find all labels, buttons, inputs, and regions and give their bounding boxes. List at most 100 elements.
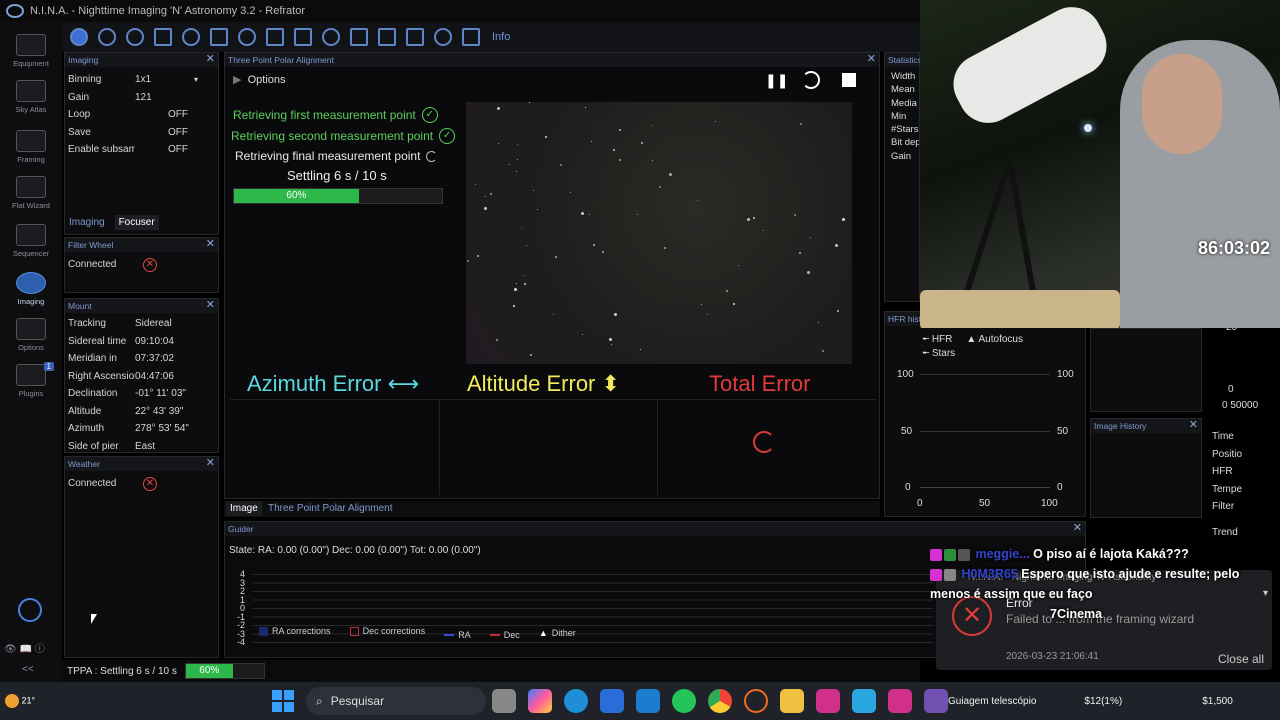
app-icon[interactable] <box>888 689 912 713</box>
panel-title: Filter Wheel <box>65 238 218 252</box>
tab-tppa[interactable]: Three Point Polar Alignment <box>264 501 397 516</box>
close-icon[interactable]: ✕ <box>206 238 215 251</box>
telescope-shape <box>942 0 1118 134</box>
weather-widget[interactable]: 21° <box>0 694 40 708</box>
sliders-tool-icon[interactable] <box>294 28 312 46</box>
row-value: Sidereal <box>135 318 172 330</box>
save-toggle[interactable]: OFF <box>135 127 218 138</box>
row-key: Meridian in <box>68 353 117 365</box>
star <box>530 354 532 356</box>
telescope-tool-icon[interactable] <box>210 28 228 46</box>
y-tick: -4 <box>236 637 245 647</box>
focuser-tool-icon[interactable] <box>126 28 144 46</box>
target-tool-icon[interactable] <box>238 28 256 46</box>
y-tick-right: 50 <box>1057 426 1069 437</box>
power-icon[interactable] <box>18 598 42 622</box>
nav-plugins[interactable]: Plugins 1 <box>0 362 62 398</box>
close-icon[interactable]: ✕ <box>206 457 215 470</box>
star <box>807 271 810 274</box>
nav-equipment[interactable]: Equipment <box>0 34 62 68</box>
stat-label: #Stars <box>891 124 919 136</box>
star <box>585 107 586 108</box>
app-icon[interactable] <box>852 689 876 713</box>
binning-select[interactable]: 1x1 <box>135 74 194 85</box>
row-key: Enable subsam <box>68 144 135 156</box>
close-icon[interactable]: ✕ <box>206 299 215 312</box>
bar-chart-tool-icon[interactable] <box>378 28 396 46</box>
toast-timestamp: 2026-03-23 21:06:41 <box>1006 651 1099 662</box>
imaging-panel: Imaging ✕ Binning 1x1 ▾ Gain 121 Loop OFF Sa… <box>64 52 219 235</box>
app-icon[interactable] <box>816 689 840 713</box>
wave-tool-icon[interactable] <box>406 28 424 46</box>
guider-legend: RA corrections Dec corrections RA Dec ▲ D… <box>259 626 592 640</box>
pause-icon[interactable]: ❚❚ <box>765 72 788 89</box>
star <box>669 173 672 176</box>
center-tabs: Image Three Point Polar Alignment <box>224 501 880 517</box>
star <box>837 310 839 312</box>
list-tool-icon[interactable] <box>266 28 284 46</box>
edge-icon[interactable] <box>564 689 588 713</box>
close-icon[interactable]: ✕ <box>867 53 876 66</box>
dome-tool-icon[interactable] <box>350 28 368 46</box>
arc-tool-icon[interactable] <box>322 28 340 46</box>
options-expander[interactable]: ▶ Options <box>233 73 286 86</box>
nav-options[interactable]: Options <box>0 318 62 352</box>
nav-framing[interactable]: Framing <box>0 130 62 164</box>
altitude-error-title: Altitude Error ⬍ <box>467 371 620 396</box>
taskbar-notification[interactable]: Guiagem telescópio <box>948 696 1036 707</box>
legend-ra-corrections: RA corrections <box>259 626 331 636</box>
star <box>818 322 819 323</box>
row-value: 22° 43' 39" <box>135 405 184 417</box>
star <box>516 171 517 172</box>
star <box>697 200 698 201</box>
subsample-toggle[interactable]: OFF <box>135 144 218 155</box>
stat-label: Media <box>891 97 917 109</box>
close-icon[interactable]: ✕ <box>1189 419 1198 432</box>
opera-icon[interactable] <box>744 689 768 713</box>
nav-imaging[interactable]: Imaging <box>0 272 62 306</box>
nav-sequencer[interactable]: Sequencer <box>0 224 62 258</box>
tab-image[interactable]: Image <box>226 501 262 516</box>
windows-start-icon[interactable] <box>272 690 294 712</box>
camera-tool-icon[interactable] <box>70 28 88 46</box>
bulb-tool-icon[interactable] <box>434 28 452 46</box>
nina-taskbar-icon[interactable] <box>924 689 948 713</box>
tab-focuser[interactable]: Focuser <box>114 215 159 230</box>
tab-imaging[interactable]: Imaging <box>65 215 109 230</box>
loop-toggle[interactable]: OFF <box>135 109 218 120</box>
stat-label: Bit dep <box>891 137 919 149</box>
filter-tool-icon[interactable] <box>98 28 116 46</box>
taskbar-search[interactable]: ⌕ Pesquisar <box>306 687 486 715</box>
nav-flat-wizard[interactable]: Flat Wizard <box>0 176 62 210</box>
column-header: Filter <box>1212 501 1235 512</box>
shield-tool-icon[interactable] <box>462 28 480 46</box>
collapse-nav-icon[interactable]: << <box>22 664 34 675</box>
close-icon[interactable]: ✕ <box>1073 522 1082 535</box>
close-icon[interactable]: ✕ <box>206 53 215 66</box>
panel-title: Image History <box>1091 419 1201 433</box>
whatsapp-icon[interactable] <box>672 689 696 713</box>
loop-row: Loop OFF <box>65 106 218 124</box>
task-view-icon[interactable] <box>492 689 516 713</box>
store-icon[interactable] <box>600 689 624 713</box>
copilot-icon[interactable] <box>528 689 552 713</box>
chevron-down-icon[interactable]: ▾ <box>194 75 198 84</box>
step-final: Retrieving final measurement point <box>235 149 438 163</box>
info-label[interactable]: Info <box>492 31 510 43</box>
chrome-icon[interactable] <box>708 689 732 713</box>
left-footer-icons[interactable]: 👁 📖 ⓘ <box>4 640 45 655</box>
chevron-right-icon: ▶ <box>233 74 242 86</box>
folder-icon[interactable] <box>780 689 804 713</box>
stop-icon[interactable] <box>842 73 857 87</box>
chat-message: 7Cinema <box>930 604 1280 624</box>
crosshair-tool-icon[interactable] <box>154 28 172 46</box>
close-all-button[interactable]: Close all <box>1218 652 1264 666</box>
rotator-tool-icon[interactable] <box>182 28 200 46</box>
nav-sky-atlas[interactable]: Sky Atlas <box>0 80 62 114</box>
app-icon[interactable] <box>636 689 660 713</box>
gain-input[interactable]: 121 <box>135 92 218 103</box>
mount-panel: Mount ✕ Tracking Sidereal Sidereal time 09… <box>64 298 219 453</box>
star <box>593 244 595 246</box>
legend-dec-corrections: Dec corrections <box>349 626 425 636</box>
tripod-leg <box>962 162 1012 298</box>
